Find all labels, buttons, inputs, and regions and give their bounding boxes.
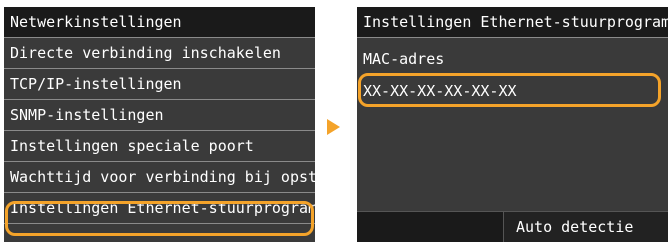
ethernet-driver-screen: Instellingen Ethernet-stuurprogramma MAC… [357, 7, 668, 242]
menu-item-ethernet-driver-settings[interactable]: Instellingen Ethernet-stuurprogramma [4, 193, 315, 224]
menu-item-direct-connection[interactable]: Directe verbinding inschakelen [4, 38, 315, 69]
bottom-bar: Auto detectie [357, 211, 668, 242]
menu-item-connection-wait-time[interactable]: Wachttijd voor verbinding bij opstarten [4, 162, 315, 193]
screen-title: Netwerkinstellingen [4, 7, 315, 38]
menu-item-snmp-settings[interactable]: SNMP-instellingen [4, 100, 315, 131]
menu-item-dedicated-port-settings[interactable]: Instellingen speciale poort [4, 131, 315, 162]
network-settings-screen: Netwerkinstellingen Directe verbinding i… [4, 7, 315, 242]
menu-item-tcpip-settings[interactable]: TCP/IP-instellingen [4, 69, 315, 100]
mac-address-label: MAC-adres [363, 50, 445, 68]
right-triangle-icon [327, 119, 340, 135]
auto-detect-button[interactable]: Auto detectie [503, 212, 668, 242]
screen-title: Instellingen Ethernet-stuurprogramma [357, 7, 668, 38]
mac-address-value: XX-XX-XX-XX-XX-XX [363, 82, 517, 100]
settings-menu: Directe verbinding inschakelen TCP/IP-in… [4, 38, 315, 224]
